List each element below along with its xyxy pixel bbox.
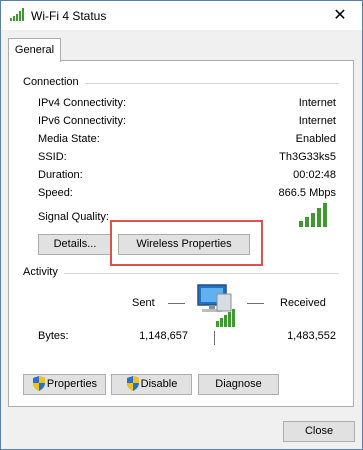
properties-label: Properties xyxy=(46,378,98,390)
connection-group-label: Connection xyxy=(23,76,85,88)
ipv4-label: IPv4 Connectivity: xyxy=(38,97,127,109)
signal-quality-label: Signal Quality: xyxy=(38,211,109,223)
media-state-label: Media State: xyxy=(38,133,100,145)
network-computer-icon xyxy=(197,284,235,327)
media-state-value: Enabled xyxy=(295,133,336,145)
activity-group-line xyxy=(23,273,339,274)
received-line xyxy=(247,303,264,304)
bytes-sent-value: 1,148,657 xyxy=(139,330,188,342)
disable-label: Disable xyxy=(140,378,178,390)
ssid-label: SSID: xyxy=(38,151,67,163)
signal-quality-icon xyxy=(299,203,327,227)
uac-shield-icon xyxy=(32,375,45,391)
bytes-label: Bytes: xyxy=(38,330,69,342)
ipv6-value: Internet xyxy=(298,115,336,127)
duration-value: 00:02:48 xyxy=(293,169,336,181)
received-label: Received xyxy=(280,297,326,309)
details-button[interactable]: Details... xyxy=(38,234,112,255)
close-button[interactable]: Close xyxy=(283,421,355,442)
ssid-value: Th3G33ks5 xyxy=(279,151,336,163)
duration-label: Duration: xyxy=(38,169,83,181)
close-icon[interactable]: ✕ xyxy=(318,1,362,30)
title-bar[interactable]: Wi-Fi 4 Status ✕ xyxy=(1,1,362,30)
sent-label: Sent xyxy=(132,297,155,309)
ipv4-value: Internet xyxy=(298,97,336,109)
wifi-signal-icon xyxy=(10,8,24,21)
diagnose-button[interactable]: Diagnose xyxy=(198,374,279,395)
tab-general[interactable]: General xyxy=(8,38,61,62)
properties-button[interactable]: Properties xyxy=(23,374,106,395)
highlight-box xyxy=(110,220,263,266)
disable-button[interactable]: Disable xyxy=(111,374,192,395)
speed-label: Speed: xyxy=(38,187,73,199)
ipv6-label: IPv6 Connectivity: xyxy=(38,115,127,127)
activity-group-label: Activity xyxy=(23,266,64,278)
window-title: Wi-Fi 4 Status xyxy=(31,9,107,23)
sent-line xyxy=(168,303,185,304)
bytes-received-value: 1,483,552 xyxy=(287,330,336,342)
speed-value: 866.5 Mbps xyxy=(278,187,336,199)
activity-divider xyxy=(214,331,215,345)
uac-shield-icon xyxy=(126,375,139,391)
wifi-status-window: Wi-Fi 4 Status ✕ General Connection IPv4… xyxy=(0,0,363,450)
